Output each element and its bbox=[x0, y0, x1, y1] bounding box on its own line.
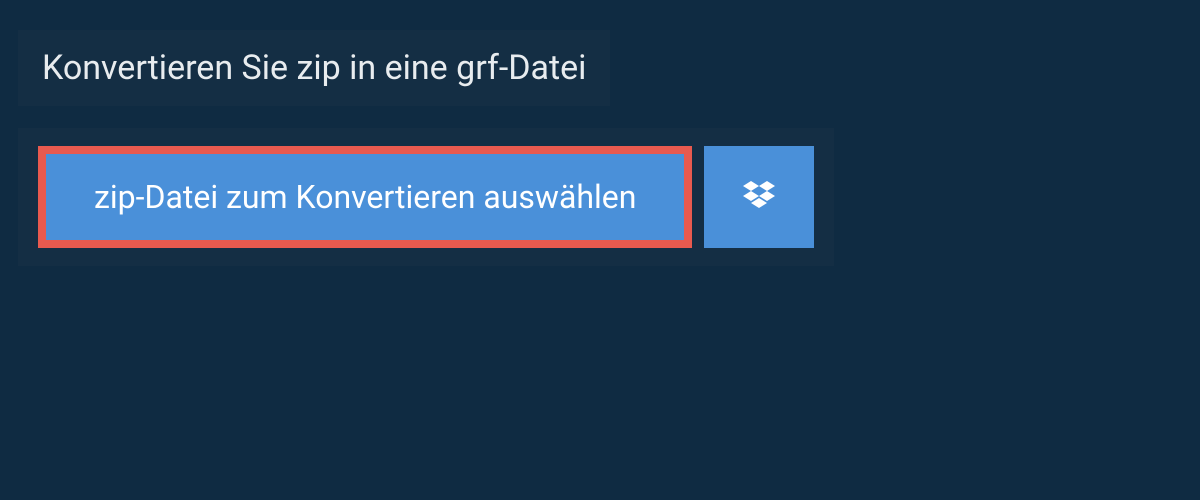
dropbox-icon bbox=[739, 177, 779, 217]
page-title: Konvertieren Sie zip in eine grf-Datei bbox=[42, 48, 586, 88]
dropbox-button[interactable] bbox=[704, 146, 814, 248]
select-file-label: zip-Datei zum Konvertieren auswählen bbox=[94, 178, 636, 216]
header-bar: Konvertieren Sie zip in eine grf-Datei bbox=[18, 30, 610, 106]
upload-panel: zip-Datei zum Konvertieren auswählen bbox=[18, 128, 834, 266]
select-file-button[interactable]: zip-Datei zum Konvertieren auswählen bbox=[38, 146, 692, 248]
